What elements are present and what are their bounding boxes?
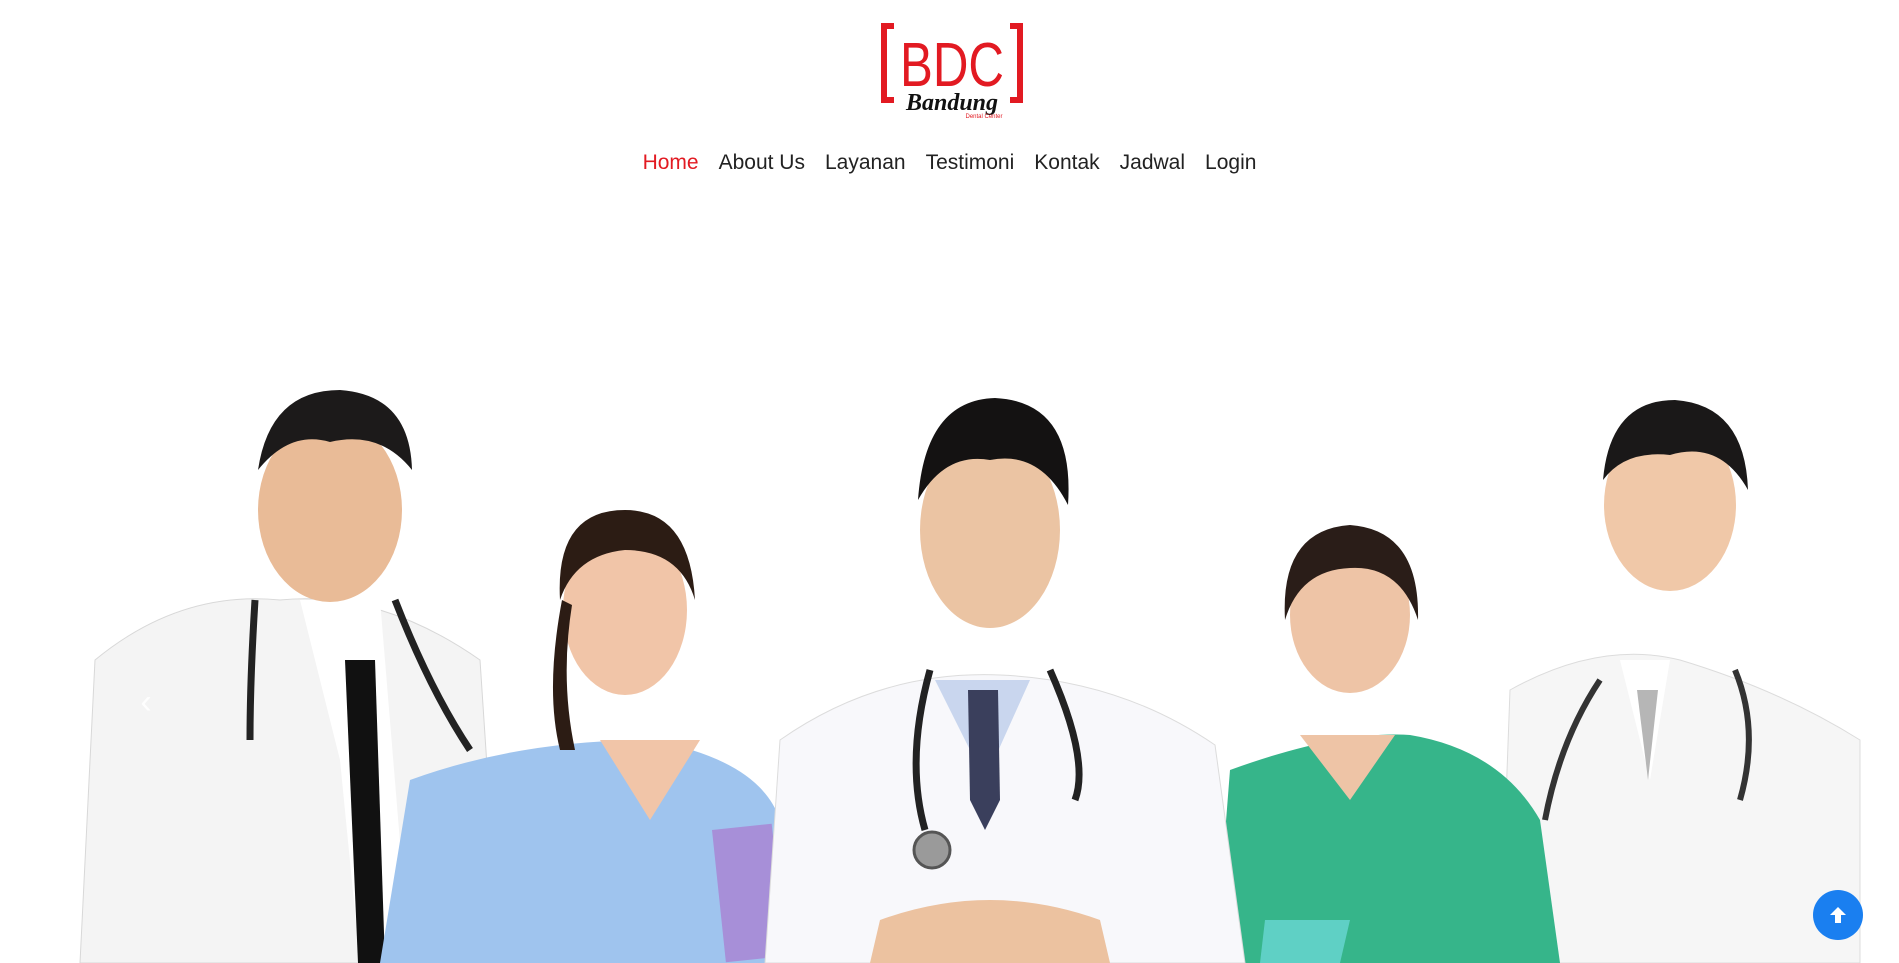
main-nav: Home About Us Layanan Testimoni Kontak J… [0, 148, 1899, 182]
carousel-prev-button[interactable]: ‹ [128, 684, 164, 720]
logo-tagline: Dental Center [965, 114, 1002, 120]
arrow-up-icon [1830, 907, 1846, 923]
nav-testimoni[interactable]: Testimoni [926, 148, 1015, 182]
nav-login[interactable]: Login [1205, 148, 1256, 182]
medical-staff-image [79, 390, 1861, 963]
nav-layanan[interactable]: Layanan [825, 148, 906, 182]
doctor-right [1499, 400, 1861, 963]
doctor-center [764, 398, 1246, 963]
site-header: BDC Bandung Dental Center Home About Us … [0, 0, 1899, 200]
scroll-to-top-button[interactable] [1813, 890, 1863, 940]
hero-carousel [0, 360, 1899, 963]
chevron-left-icon: ‹ [140, 683, 152, 721]
logo-subtitle: Bandung [905, 90, 998, 116]
bdc-logo[interactable]: BDC Bandung Dental Center [880, 22, 1024, 120]
nav-home[interactable]: Home [643, 148, 699, 182]
nav-jadwal[interactable]: Jadwal [1120, 148, 1185, 182]
nav-about-us[interactable]: About Us [719, 148, 805, 182]
nav-kontak[interactable]: Kontak [1034, 148, 1099, 182]
